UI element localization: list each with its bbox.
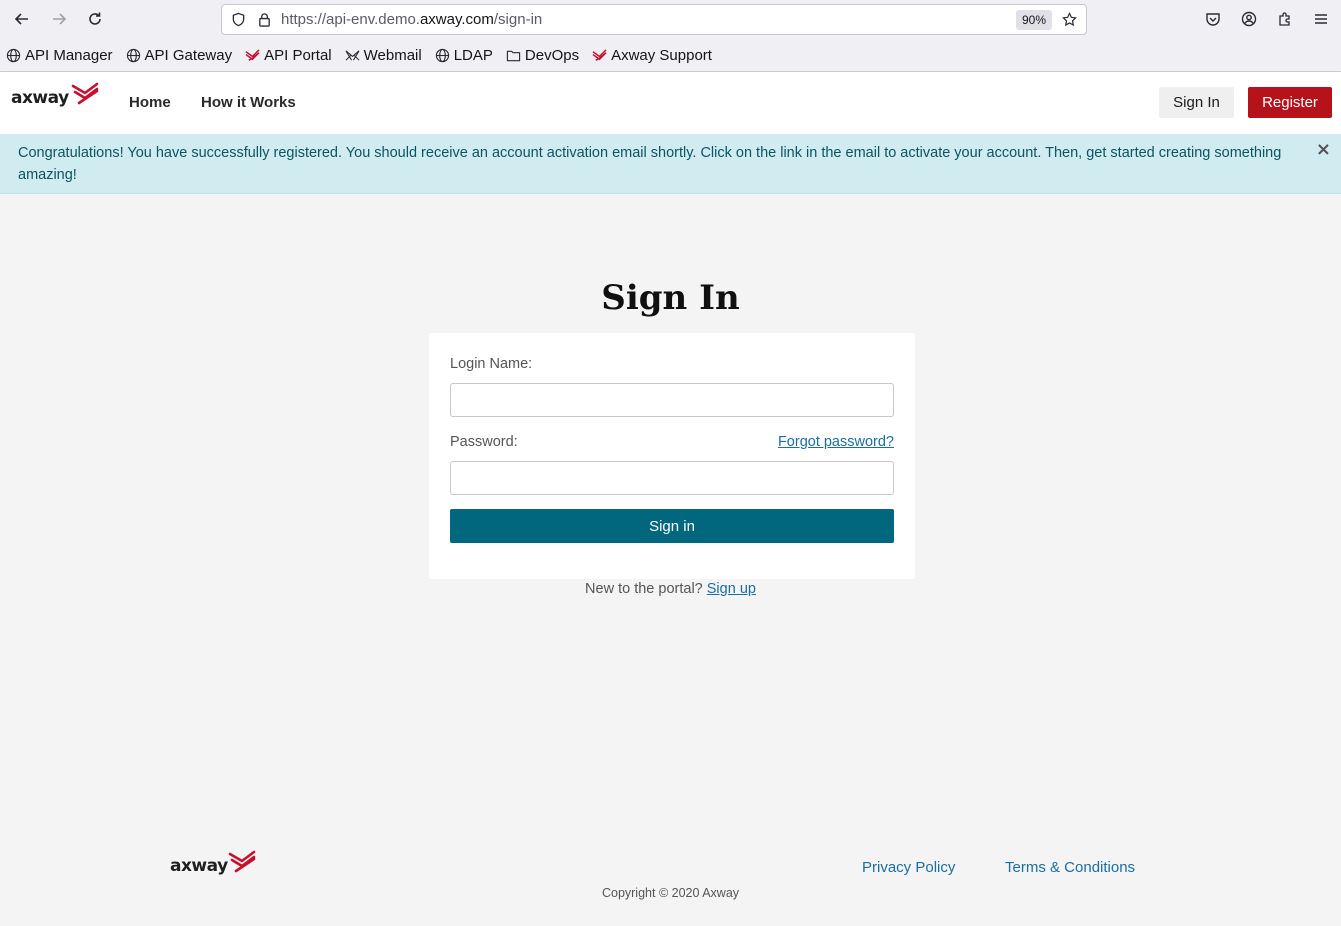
bookmark-api-gateway[interactable]: API Gateway (126, 46, 233, 64)
register-button[interactable]: Register (1248, 87, 1332, 118)
account-button[interactable] (1237, 6, 1261, 32)
logo-wordmark: axway (11, 88, 69, 108)
footer-logo-wordmark: axway (170, 856, 228, 876)
arrow-right-icon (53, 13, 67, 25)
bookmark-label: Axway Support (611, 46, 712, 64)
alert-message: Congratulations! You have successfully r… (18, 145, 1282, 183)
bookmark-label: API Manager (25, 46, 113, 64)
shield-icon[interactable] (229, 11, 247, 29)
axway-logo-icon (592, 48, 607, 61)
bookmark-label: API Portal (264, 46, 332, 64)
bookmark-api-portal[interactable]: API Portal (245, 47, 332, 64)
hamburger-icon (1315, 14, 1327, 24)
url-path: /sign-in (493, 11, 543, 28)
url-text[interactable]: https://api-env.demo.axway.com/sign-in (281, 11, 1016, 28)
pocket-icon (1206, 13, 1220, 26)
header-sign-in-button[interactable]: Sign In (1159, 87, 1234, 118)
sign-up-link[interactable]: Sign up (707, 581, 756, 597)
login-name-input[interactable] (450, 383, 894, 417)
reload-icon (89, 12, 101, 25)
registration-success-alert: Congratulations! You have successfully r… (0, 134, 1341, 194)
header-logo[interactable]: axway (11, 82, 99, 108)
zoom-level-badge[interactable]: 90% (1015, 9, 1052, 30)
site-header: axway Home How it Works Sign In Register (0, 72, 1341, 134)
menu-button[interactable] (1309, 6, 1333, 32)
sign-in-submit-button[interactable]: Sign in (450, 509, 894, 543)
pocket-button[interactable] (1201, 6, 1225, 32)
nav-how-it-works-link[interactable]: How it Works (201, 94, 296, 111)
axway-chevron-icon (228, 850, 255, 873)
bookmark-label: Webmail (363, 46, 422, 64)
reload-button[interactable] (81, 6, 109, 32)
axway-chevron-icon (71, 82, 98, 105)
new-to-portal-text: New to the portal? Sign up (0, 581, 1341, 597)
bookmark-axway-support[interactable]: Axway Support (592, 47, 712, 64)
nav-home-link[interactable]: Home (129, 94, 171, 111)
url-prefix: https://api-env.demo. (281, 11, 420, 28)
page-title: Sign In (601, 278, 740, 318)
globe-icon (435, 48, 449, 62)
privacy-policy-link[interactable]: Privacy Policy (862, 859, 955, 876)
back-button[interactable] (8, 6, 36, 32)
login-name-label: Login Name: (450, 356, 533, 372)
bookmark-label: DevOps (524, 46, 580, 64)
bookmark-api-manager[interactable]: API Manager (6, 47, 113, 64)
bookmark-label: LDAP (453, 46, 493, 64)
axway-logo-icon (245, 48, 260, 61)
new-to-portal-label: New to the portal? (585, 581, 703, 597)
address-bar[interactable]: https://api-env.demo.axway.com/sign-in 9… (221, 4, 1087, 35)
lock-icon[interactable] (255, 11, 273, 29)
forgot-password-link[interactable]: Forgot password? (778, 434, 894, 450)
copyright-text: Copyright © 2020 Axway (601, 886, 740, 900)
forward-button[interactable] (45, 6, 73, 32)
password-label: Password: (450, 434, 518, 450)
bookmark-ldap[interactable]: LDAP (435, 47, 493, 64)
bookmarks-bar: API Manager API Gateway API Portal Webma… (6, 44, 712, 66)
bookmark-devops[interactable]: DevOps (506, 47, 579, 64)
globe-icon (126, 48, 140, 62)
extensions-button[interactable] (1273, 6, 1297, 32)
password-input[interactable] (450, 461, 894, 495)
bookmark-label: API Gateway (144, 46, 233, 64)
close-icon[interactable]: × (1316, 139, 1331, 160)
globe-icon (6, 48, 21, 62)
terms-conditions-link[interactable]: Terms & Conditions (1005, 859, 1135, 876)
browser-toolbar: https://api-env.demo.axway.com/sign-in 9… (0, 0, 1341, 72)
puzzle-icon (1279, 12, 1290, 26)
folder-icon (506, 50, 521, 61)
bookmark-webmail[interactable]: Webmail (345, 47, 422, 64)
bookmark-star-icon[interactable] (1060, 11, 1078, 29)
account-icon (1241, 11, 1257, 27)
footer-logo[interactable]: axway (170, 850, 256, 876)
webmail-icon (345, 49, 360, 61)
sign-in-card: Login Name: Password: Forgot password? S… (429, 333, 915, 579)
url-domain: axway.com (419, 11, 494, 28)
arrow-left-icon (14, 13, 28, 25)
